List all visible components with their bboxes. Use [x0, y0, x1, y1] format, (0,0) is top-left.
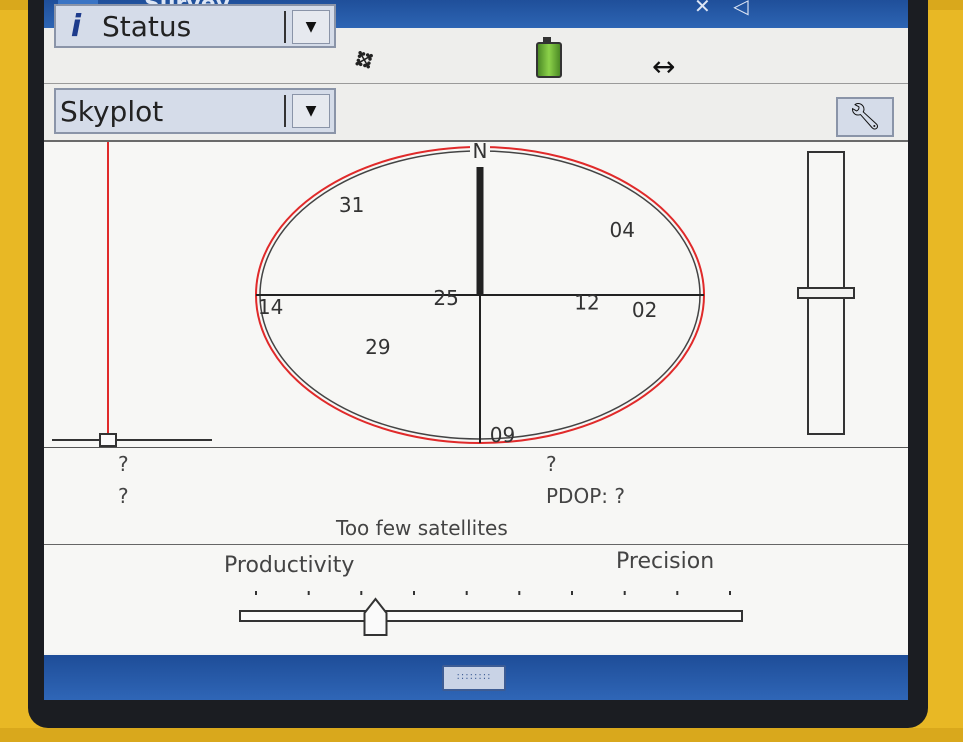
mode-slider-tick [571, 591, 573, 595]
battery-icon[interactable] [536, 37, 562, 78]
elevation-mask-slider[interactable] [52, 142, 212, 447]
mode-slider-tick [676, 591, 679, 595]
status-message: Too few satellites [336, 516, 508, 540]
satellite-marker[interactable]: 12 [574, 290, 599, 314]
keyboard-icon[interactable]: :::::::: [442, 665, 506, 691]
mode-slider-panel: Productivity Precision [44, 545, 908, 653]
system-tray-icons[interactable]: ✕ ◁ [694, 0, 757, 18]
device-bezel-bottom [0, 728, 963, 742]
satellite-marker[interactable]: 31 [339, 193, 364, 217]
mode-slider-tick [255, 591, 257, 595]
satellite-marker[interactable]: 25 [433, 286, 458, 310]
mode-slider-tick [518, 591, 521, 595]
status-dropdown[interactable]: i Status ▼ [54, 4, 336, 48]
mode-slider-thumb[interactable] [363, 597, 388, 636]
connection-arrows-icon[interactable]: ↔ [652, 50, 675, 83]
view-dropdown-label: Skyplot [60, 94, 164, 128]
satellite-marker[interactable]: 29 [365, 335, 390, 359]
mode-slider-tick [729, 591, 731, 595]
mode-slider-track[interactable] [239, 610, 743, 622]
position-value-1: ? [118, 452, 129, 476]
settings-button[interactable]: 🔧︎ [836, 97, 894, 137]
satellite-marker[interactable]: 14 [258, 295, 283, 319]
zoom-slider[interactable] [797, 151, 855, 435]
dropdown-divider [284, 95, 286, 127]
skyplot-panel: N 31 04 25 12 02 14 29 09 [44, 142, 908, 448]
position-value-2: ? [118, 484, 129, 508]
mode-slider[interactable] [44, 545, 908, 653]
mode-slider-tick [307, 591, 310, 595]
skyplot-chart: N 31 04 25 12 02 14 29 09 [52, 142, 855, 447]
position-info-panel: ? ? ? PDOP: ? Too few satellites [44, 448, 908, 545]
pdop-value: PDOP: ? [546, 484, 625, 508]
satellite-marker[interactable]: 02 [632, 298, 657, 322]
satellite-marker[interactable]: 04 [609, 218, 634, 242]
mode-slider-tick [465, 591, 468, 595]
device-screen: Survey... ✕ ◁ i Status ▼ ✥ ↔ Skyplot ▼ 🔧… [44, 0, 908, 700]
chevron-down-icon[interactable]: ▼ [292, 10, 330, 44]
wrench-icon: 🔧︎ [848, 102, 882, 132]
view-dropdown[interactable]: Skyplot ▼ [54, 88, 336, 134]
north-label: N [473, 142, 488, 163]
info-icon: i [70, 8, 82, 44]
chevron-down-icon[interactable]: ▼ [292, 94, 330, 128]
satellite-marker[interactable]: 09 [490, 423, 515, 447]
mode-slider-tick [360, 591, 363, 595]
dropdown-divider [284, 11, 286, 43]
mode-slider-tick [413, 591, 415, 595]
mode-slider-tick [623, 591, 626, 595]
taskbar: :::::::: [44, 655, 908, 700]
position-value-3: ? [546, 452, 557, 476]
status-dropdown-label: Status [102, 9, 192, 43]
